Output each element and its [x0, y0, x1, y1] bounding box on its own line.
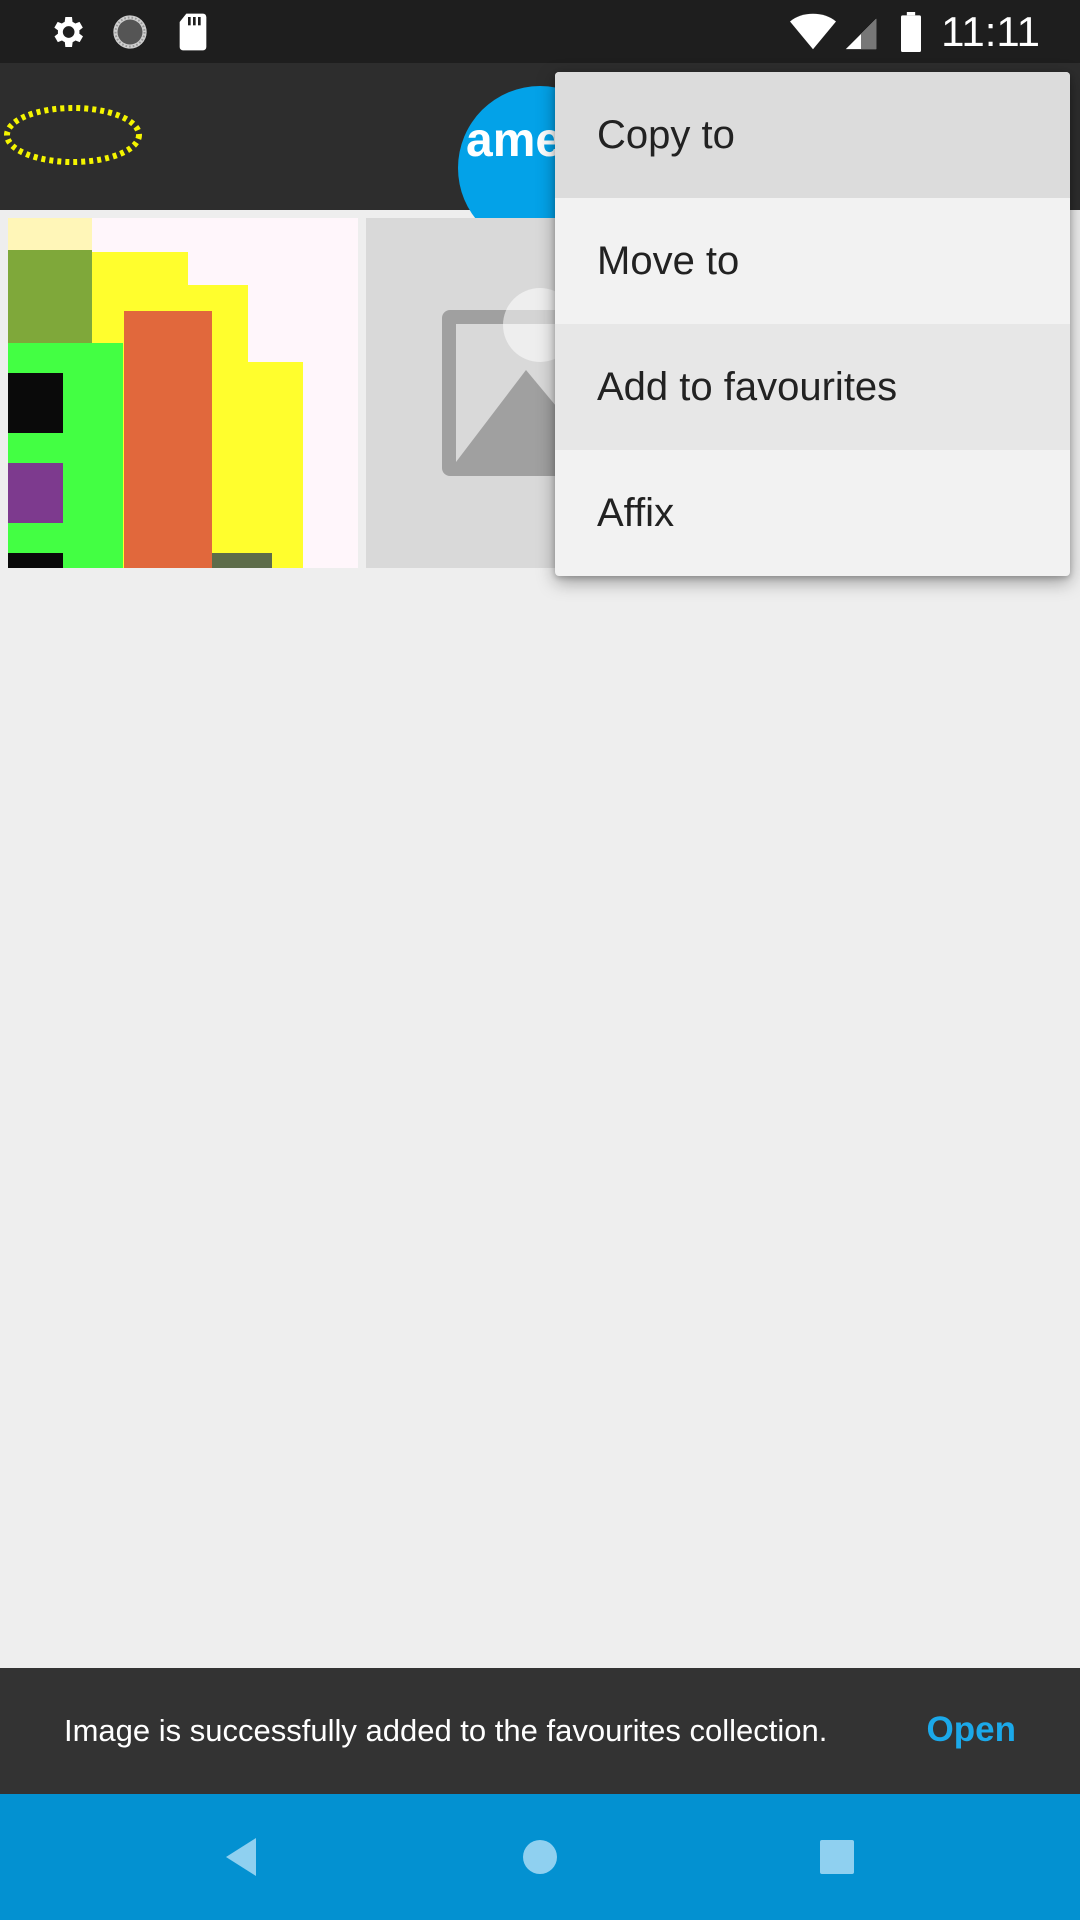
- menu-item-affix[interactable]: Affix: [555, 450, 1070, 576]
- wifi-icon: [790, 13, 836, 50]
- battery-icon: [901, 12, 921, 52]
- pixel-art-image: [8, 218, 358, 568]
- back-icon[interactable]: [220, 1834, 266, 1880]
- sd-card-icon: [179, 13, 207, 51]
- clock: 11:11: [941, 8, 1040, 55]
- menu-item-copy-to[interactable]: Copy to: [555, 72, 1070, 198]
- selection-ring-icon[interactable]: [4, 105, 142, 165]
- recents-icon[interactable]: [814, 1834, 860, 1880]
- menu-item-add-to-favourites[interactable]: Add to favourites: [555, 324, 1070, 450]
- overflow-menu: Copy to Move to Add to favourites Affix: [555, 72, 1070, 576]
- snackbar: Image is successfully added to the favou…: [0, 1668, 1080, 1794]
- navigation-bar: [0, 1794, 1080, 1920]
- cell-signal-icon: [845, 18, 877, 50]
- gear-icon: [54, 17, 83, 47]
- snackbar-open-button[interactable]: Open: [927, 1708, 1016, 1752]
- home-icon[interactable]: [517, 1834, 563, 1880]
- status-bar: 11:11: [0, 0, 1080, 63]
- menu-item-move-to[interactable]: Move to: [555, 198, 1070, 324]
- media-thumbnail[interactable]: [8, 218, 358, 568]
- spinner-icon: [113, 15, 147, 49]
- snackbar-message: Image is successfully added to the favou…: [64, 1713, 828, 1748]
